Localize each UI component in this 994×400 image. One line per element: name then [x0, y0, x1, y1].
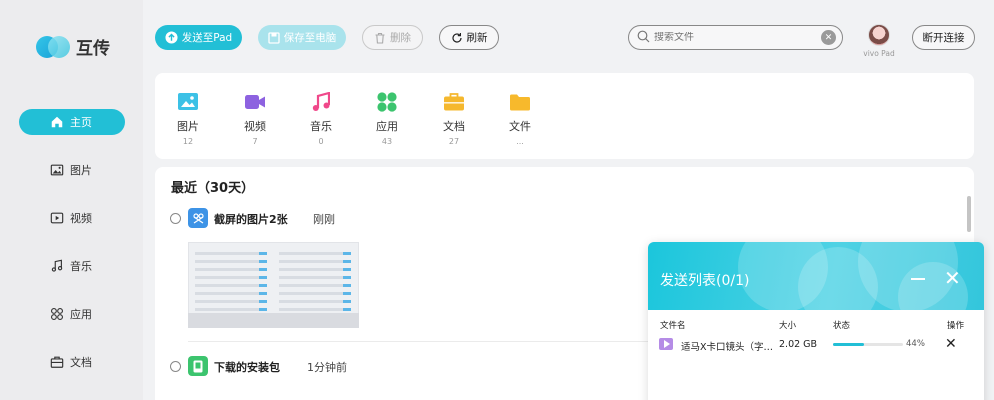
apps-icon [49, 306, 65, 322]
sidebar-item-apps[interactable]: 应用 [19, 301, 125, 327]
category-music[interactable]: 音乐 0 [296, 92, 346, 146]
clear-search-icon[interactable]: ✕ [821, 30, 836, 45]
delete-label: 删除 [390, 32, 411, 44]
send-list-title: 发送列表(0/1) [660, 273, 750, 289]
sidebar-item-label: 视频 [70, 212, 92, 225]
document-icon [49, 354, 65, 370]
category-count: 43 [381, 137, 393, 146]
upload-icon [165, 31, 178, 44]
package-icon [188, 356, 208, 376]
app-logo: 互传 [36, 34, 110, 59]
progress-percent: 44% [906, 339, 925, 349]
file-name: 适马X卡口镜头（字… [681, 342, 774, 353]
sidebar-nav: 主页 图片 视频 音乐 应用 文档 [19, 109, 125, 397]
save-to-pc-label: 保存至电脑 [283, 32, 337, 44]
device-name: vivo Pad [863, 49, 895, 58]
refresh-icon [451, 32, 463, 44]
refresh-label: 刷新 [466, 32, 488, 44]
category-label: 视频 [244, 120, 266, 133]
recent-title: 最近（30天） [171, 181, 255, 196]
send-to-pad-button[interactable]: 发送至Pad [155, 25, 242, 50]
music-icon [49, 258, 65, 274]
category-count: ... [516, 137, 524, 146]
save-icon [268, 31, 280, 44]
device-info: vivo Pad [860, 24, 898, 58]
sidebar-item-documents[interactable]: 文档 [19, 349, 125, 375]
send-list-popup: 发送列表(0/1) ✕ 文件名 大小 状态 操作 适马X卡口镜头（字… 2.02… [648, 242, 984, 400]
refresh-button[interactable]: 刷新 [439, 25, 499, 50]
group-time: 刚刚 [313, 213, 335, 226]
group-name: 下载的安装包 [214, 361, 280, 374]
minimize-icon[interactable] [911, 278, 925, 280]
column-header-status: 状态 [833, 321, 851, 331]
category-label: 图片 [177, 120, 199, 133]
category-label: 音乐 [310, 120, 332, 133]
logo-icon [36, 35, 72, 59]
search-input[interactable] [654, 32, 814, 43]
column-header-action: 操作 [947, 321, 965, 331]
trash-icon [374, 32, 386, 44]
disconnect-button[interactable]: 断开连接 [912, 25, 975, 50]
sidebar-item-music[interactable]: 音乐 [19, 253, 125, 279]
sidebar-item-label: 音乐 [70, 260, 92, 273]
group-name: 截屏的图片2张 [214, 213, 288, 226]
play-icon [664, 340, 670, 348]
select-group-radio[interactable] [170, 361, 181, 372]
category-images[interactable]: 图片 12 [163, 92, 213, 146]
category-files[interactable]: 文件 ... [495, 92, 545, 146]
select-group-radio[interactable] [170, 213, 181, 224]
transfer-progress-bar [833, 343, 903, 346]
briefcase-icon [444, 92, 464, 112]
sidebar-item-home[interactable]: 主页 [19, 109, 125, 135]
category-label: 文档 [443, 120, 465, 133]
column-header-filename: 文件名 [660, 321, 686, 331]
cancel-transfer-icon[interactable]: ✕ [945, 336, 957, 352]
apps-icon [377, 92, 397, 112]
folder-icon [510, 92, 530, 112]
send-list-header: 发送列表(0/1) ✕ [648, 242, 984, 310]
category-documents[interactable]: 文档 27 [429, 92, 479, 146]
divider [188, 341, 648, 342]
save-to-pc-button[interactable]: 保存至电脑 [258, 25, 346, 50]
sidebar-item-label: 主页 [70, 116, 92, 129]
avatar [868, 24, 890, 46]
image-icon [49, 162, 65, 178]
video-icon [49, 210, 65, 226]
thumbnail-footer [188, 313, 359, 328]
file-size: 2.02 GB [779, 339, 818, 350]
scrollbar[interactable] [967, 196, 971, 232]
category-count: 0 [318, 137, 324, 146]
category-count: 27 [448, 137, 460, 146]
sidebar-item-label: 应用 [70, 308, 92, 321]
home-icon [49, 114, 65, 130]
sidebar: 互传 主页 图片 视频 音乐 应用 文档 [0, 0, 143, 400]
delete-button[interactable]: 删除 [362, 25, 423, 50]
close-icon[interactable]: ✕ [944, 268, 961, 288]
image-icon [178, 92, 198, 112]
search-icon [637, 30, 650, 46]
video-icon [245, 92, 265, 112]
sidebar-item-label: 文档 [70, 356, 92, 369]
category-apps[interactable]: 应用 43 [362, 92, 412, 146]
music-icon [311, 92, 331, 112]
category-videos[interactable]: 视频 7 [230, 92, 280, 146]
category-label: 文件 [509, 120, 531, 133]
sidebar-item-videos[interactable]: 视频 [19, 205, 125, 231]
category-panel: 图片 12 视频 7 音乐 0 应用 43 文档 27 文件 ... [155, 73, 974, 159]
send-to-pad-label: 发送至Pad [181, 32, 233, 44]
logo-text: 互传 [76, 39, 110, 59]
sidebar-item-label: 图片 [70, 164, 92, 177]
screenshot-icon [188, 208, 208, 228]
category-count: 7 [252, 137, 258, 146]
column-header-size: 大小 [779, 321, 797, 331]
search-box: ✕ [628, 25, 843, 50]
category-label: 应用 [376, 120, 398, 133]
category-count: 12 [182, 137, 194, 146]
sidebar-item-images[interactable]: 图片 [19, 157, 125, 183]
group-time: 1分钟前 [307, 361, 347, 374]
